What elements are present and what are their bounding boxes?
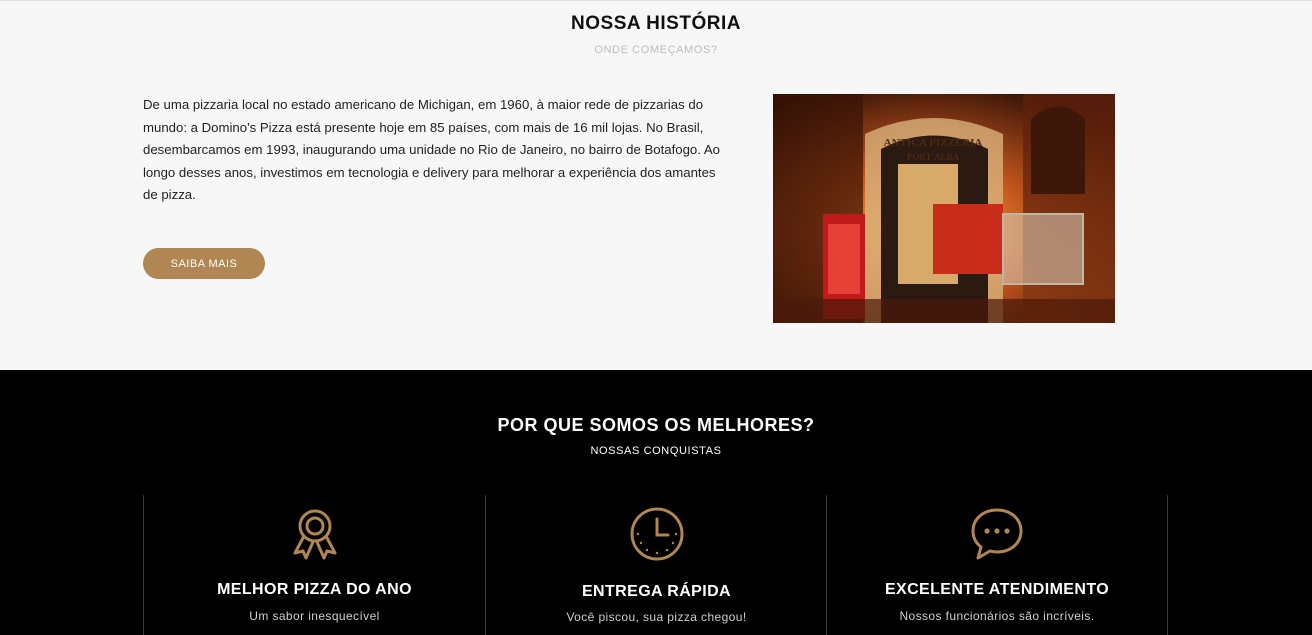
history-section: NOSSA HISTÓRIA ONDE COMEÇAMOS? De uma pi…: [0, 0, 1312, 370]
clock-icon: [628, 505, 686, 563]
history-text: De uma pizzaria local no estado american…: [143, 97, 720, 202]
history-title: NOSSA HISTÓRIA: [571, 13, 741, 34]
svg-text:PORT'ALBA: PORT'ALBA: [907, 152, 960, 162]
feature-subtitle: Você piscou, sua pizza chegou!: [566, 610, 747, 624]
chat-bubble-icon: [968, 505, 1026, 563]
feature-title: ENTREGA RÁPIDA: [581, 583, 731, 600]
svg-text:ANTICA PIZZERIA: ANTICA PIZZERIA: [884, 137, 983, 149]
feature-title: EXCELENTE ATENDIMENTO: [884, 581, 1110, 598]
feature-title: MELHOR PIZZA DO ANO: [217, 581, 412, 598]
feature-excellent-service: EXCELENTE ATENDIMENTO Nossos funcionário…: [826, 495, 1168, 635]
saiba-mais-button[interactable]: SAIBA MAIS: [143, 248, 265, 279]
pizzeria-photo: ANTICA PIZZERIA PORT'ALBA: [773, 94, 1115, 323]
why-subtitle: NOSSAS CONQUISTAS: [590, 445, 722, 457]
feature-subtitle: Nossos funcionários são incríveis.: [899, 609, 1095, 623]
feature-best-pizza: MELHOR PIZZA DO ANO Um sabor inesquecíve…: [143, 495, 485, 635]
history-subtitle: ONDE COMEÇAMOS?: [594, 44, 718, 56]
feature-subtitle: Um sabor inesquecível: [249, 609, 380, 623]
why-section: POR QUE SOMOS OS MELHORES? NOSSAS CONQUI…: [0, 370, 1312, 635]
why-title: POR QUE SOMOS OS MELHORES?: [497, 415, 815, 435]
award-ribbon-icon: [286, 505, 344, 563]
feature-fast-delivery: ENTREGA RÁPIDA Você piscou, sua pizza ch…: [485, 495, 827, 635]
